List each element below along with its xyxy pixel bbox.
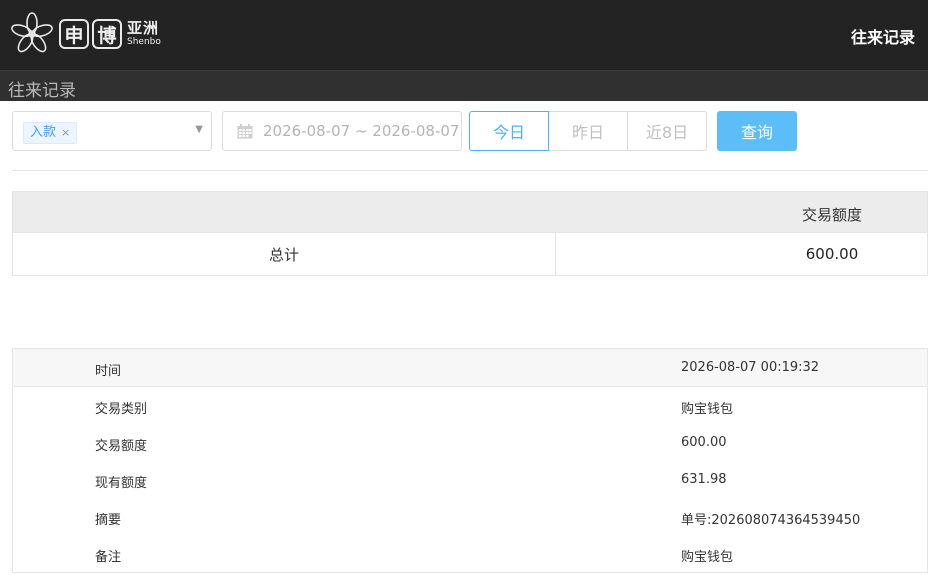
detail-row-summary: 摘要 单号:202608074364539450 — [13, 498, 927, 535]
filter-divider — [12, 170, 928, 171]
detail-label: 备注 — [95, 550, 122, 565]
header-page-title: 往来记录 — [850, 28, 915, 47]
tag-label: 入款 — [30, 125, 57, 140]
detail-label: 时间 — [95, 364, 122, 379]
logo-cn-text: 亚洲 — [127, 19, 160, 37]
range-yesterday-button[interactable]: 昨日 — [548, 111, 628, 151]
query-button[interactable]: 查询 — [717, 111, 797, 151]
detail-label: 交易额度 — [95, 439, 148, 454]
logo-char-box-1: 申 — [59, 19, 89, 49]
flower-logo-icon — [11, 12, 53, 53]
section-title: 往来记录 — [8, 81, 76, 101]
detail-value: 单号:202608074364539450 — [681, 513, 861, 528]
detail-value: 2026-08-07 00:19:32 — [681, 360, 820, 375]
range-today-button[interactable]: 今日 — [469, 111, 549, 151]
summary-total-row: 总计 600.00 — [12, 233, 928, 276]
logo-subtext: 亚洲 Shenbo — [127, 21, 161, 47]
logo-char-box-2: 博 — [92, 19, 122, 49]
dropdown-arrow-icon[interactable]: ▼ — [195, 124, 203, 135]
selected-type-tag: 入款 × — [23, 122, 78, 144]
detail-label: 现有额度 — [95, 476, 148, 491]
summary-table-header: 交易额度 — [12, 191, 928, 233]
detail-value: 600.00 — [681, 435, 727, 450]
tag-close-icon[interactable]: × — [61, 123, 70, 143]
range-last-8-days-button[interactable]: 近8日 — [627, 111, 707, 151]
detail-row-time: 时间 2026-08-07 00:19:32 — [13, 349, 927, 387]
detail-row-remark: 备注 购宝钱包 — [13, 535, 927, 572]
detail-row-amount: 交易额度 600.00 — [13, 424, 927, 461]
section-bar: 往来记录 — [0, 70, 928, 101]
summary-column-header: 交易额度 — [801, 206, 862, 224]
brand-logo[interactable]: 申 博 亚洲 Shenbo — [8, 10, 161, 58]
date-range-picker[interactable]: 2026-08-07 ~ 2026-08-07 — [222, 111, 462, 151]
detail-value: 购宝钱包 — [681, 402, 734, 417]
summary-total-value: 600.00 — [805, 245, 859, 263]
transaction-detail-table: 时间 2026-08-07 00:19:32 交易类别 购宝钱包 交易额度 60… — [12, 348, 928, 573]
transaction-type-select[interactable]: 入款 × ▼ — [12, 111, 212, 151]
detail-value: 631.98 — [681, 472, 727, 487]
calendar-icon — [237, 124, 253, 139]
detail-label: 交易类别 — [95, 402, 148, 417]
detail-row-type: 交易类别 购宝钱包 — [13, 387, 927, 424]
top-header: 申 博 亚洲 Shenbo 往来记录 — [0, 0, 928, 70]
date-range-text: 2026-08-07 ~ 2026-08-07 — [263, 122, 460, 140]
logo-en-text: Shenbo — [127, 37, 161, 47]
summary-total-label: 总计 — [13, 233, 556, 275]
detail-label: 摘要 — [95, 513, 122, 528]
detail-value: 购宝钱包 — [681, 550, 734, 565]
detail-row-balance: 现有额度 631.98 — [13, 461, 927, 498]
